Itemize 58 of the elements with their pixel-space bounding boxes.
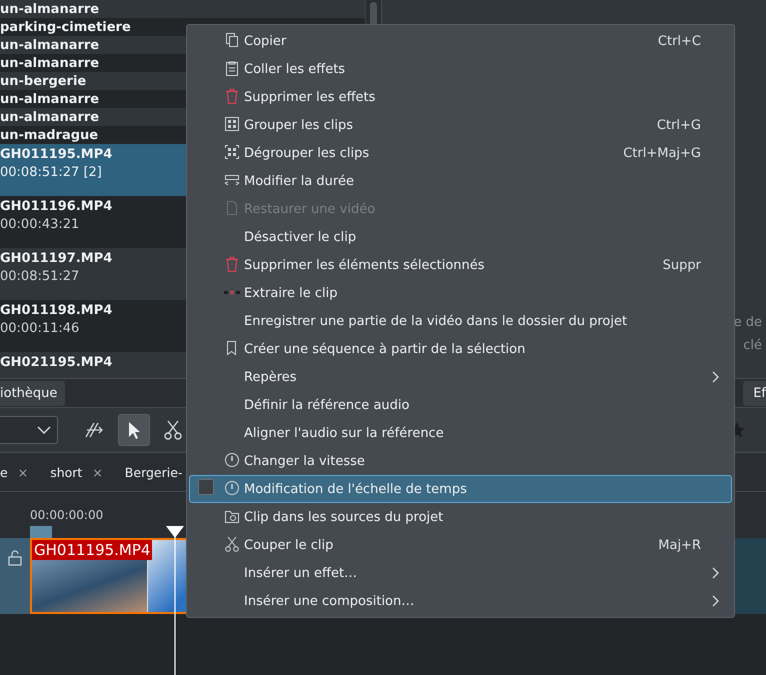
zone-marker[interactable] bbox=[30, 526, 52, 538]
menu-item[interactable]: Clip dans les sources du projet bbox=[189, 503, 732, 531]
item-title: GH011195.MP4 bbox=[0, 146, 112, 163]
menu-item[interactable]: Définir la référence audio bbox=[189, 391, 732, 419]
property-label: clé bbox=[743, 338, 762, 353]
spacer-tool-icon[interactable] bbox=[84, 421, 104, 439]
menu-item[interactable]: Repères bbox=[189, 363, 732, 391]
trash-icon bbox=[224, 88, 240, 104]
chevron-right-icon bbox=[712, 371, 719, 383]
file-icon bbox=[224, 200, 240, 216]
timeline-tab[interactable]: e × bbox=[0, 464, 28, 480]
select-tool-button[interactable] bbox=[118, 414, 150, 446]
pointer-icon bbox=[127, 421, 141, 439]
item-title: un-almanarre bbox=[0, 54, 100, 72]
item-title: un-almanarre bbox=[0, 90, 100, 108]
timecode-label: 00:00:00:00 bbox=[30, 508, 104, 522]
chevron-right-icon bbox=[712, 595, 719, 607]
speedometer-icon bbox=[224, 452, 240, 468]
close-icon[interactable]: × bbox=[92, 464, 103, 480]
timeline-tab[interactable]: short × bbox=[50, 464, 103, 480]
clipboard-icon bbox=[224, 60, 240, 76]
close-icon[interactable]: × bbox=[18, 464, 28, 480]
scissors-icon[interactable] bbox=[164, 420, 182, 440]
film-folder-icon bbox=[224, 508, 240, 524]
item-duration: 00:08:51:27 [2] bbox=[0, 164, 102, 182]
item-title: parking-cimetiere bbox=[0, 18, 131, 36]
item-title: un-almanarre bbox=[0, 0, 100, 18]
menu-item[interactable]: Modification de l'échelle de temps bbox=[189, 475, 732, 503]
item-title: un-almanarre bbox=[0, 108, 100, 126]
item-title: GH011197.MP4 bbox=[0, 250, 112, 267]
menu-item[interactable]: Aligner l'audio sur la référence bbox=[189, 419, 732, 447]
group-icon bbox=[224, 116, 240, 132]
item-title: un-bergerie bbox=[0, 72, 86, 90]
bin-item[interactable]: un-almanarre bbox=[0, 0, 365, 18]
timeline-tab[interactable]: Bergerie- bbox=[124, 464, 182, 480]
dock-tab[interactable]: Ef bbox=[743, 380, 766, 406]
checkbox[interactable] bbox=[198, 479, 214, 495]
item-title: un-almanarre bbox=[0, 36, 100, 54]
item-title: GH011198.MP4 bbox=[0, 302, 112, 319]
ruler-icon bbox=[224, 172, 240, 188]
item-title: GH011196.MP4 bbox=[0, 198, 112, 215]
item-duration: 00:00:11:46 bbox=[0, 320, 80, 338]
item-title: GH021195.MP4 bbox=[0, 354, 112, 371]
item-title: un-madrague bbox=[0, 126, 98, 144]
speedometer-icon bbox=[224, 480, 240, 496]
trash-icon bbox=[224, 256, 240, 272]
clip-label: GH011195.MP4 bbox=[32, 540, 152, 560]
chevron-down-icon bbox=[37, 426, 51, 434]
item-duration: 00:08:51:27 bbox=[0, 268, 80, 286]
menu-item[interactable]: Changer la vitesse bbox=[189, 447, 732, 475]
playhead[interactable] bbox=[165, 526, 185, 675]
lock-icon[interactable] bbox=[8, 550, 22, 566]
dock-tab[interactable]: iothèque bbox=[0, 380, 66, 406]
copy-icon bbox=[224, 32, 240, 48]
scissors-icon bbox=[224, 536, 240, 552]
ungroup-icon bbox=[224, 144, 240, 160]
item-duration: 00:00:43:21 bbox=[0, 216, 80, 234]
chevron-right-icon bbox=[712, 567, 719, 579]
